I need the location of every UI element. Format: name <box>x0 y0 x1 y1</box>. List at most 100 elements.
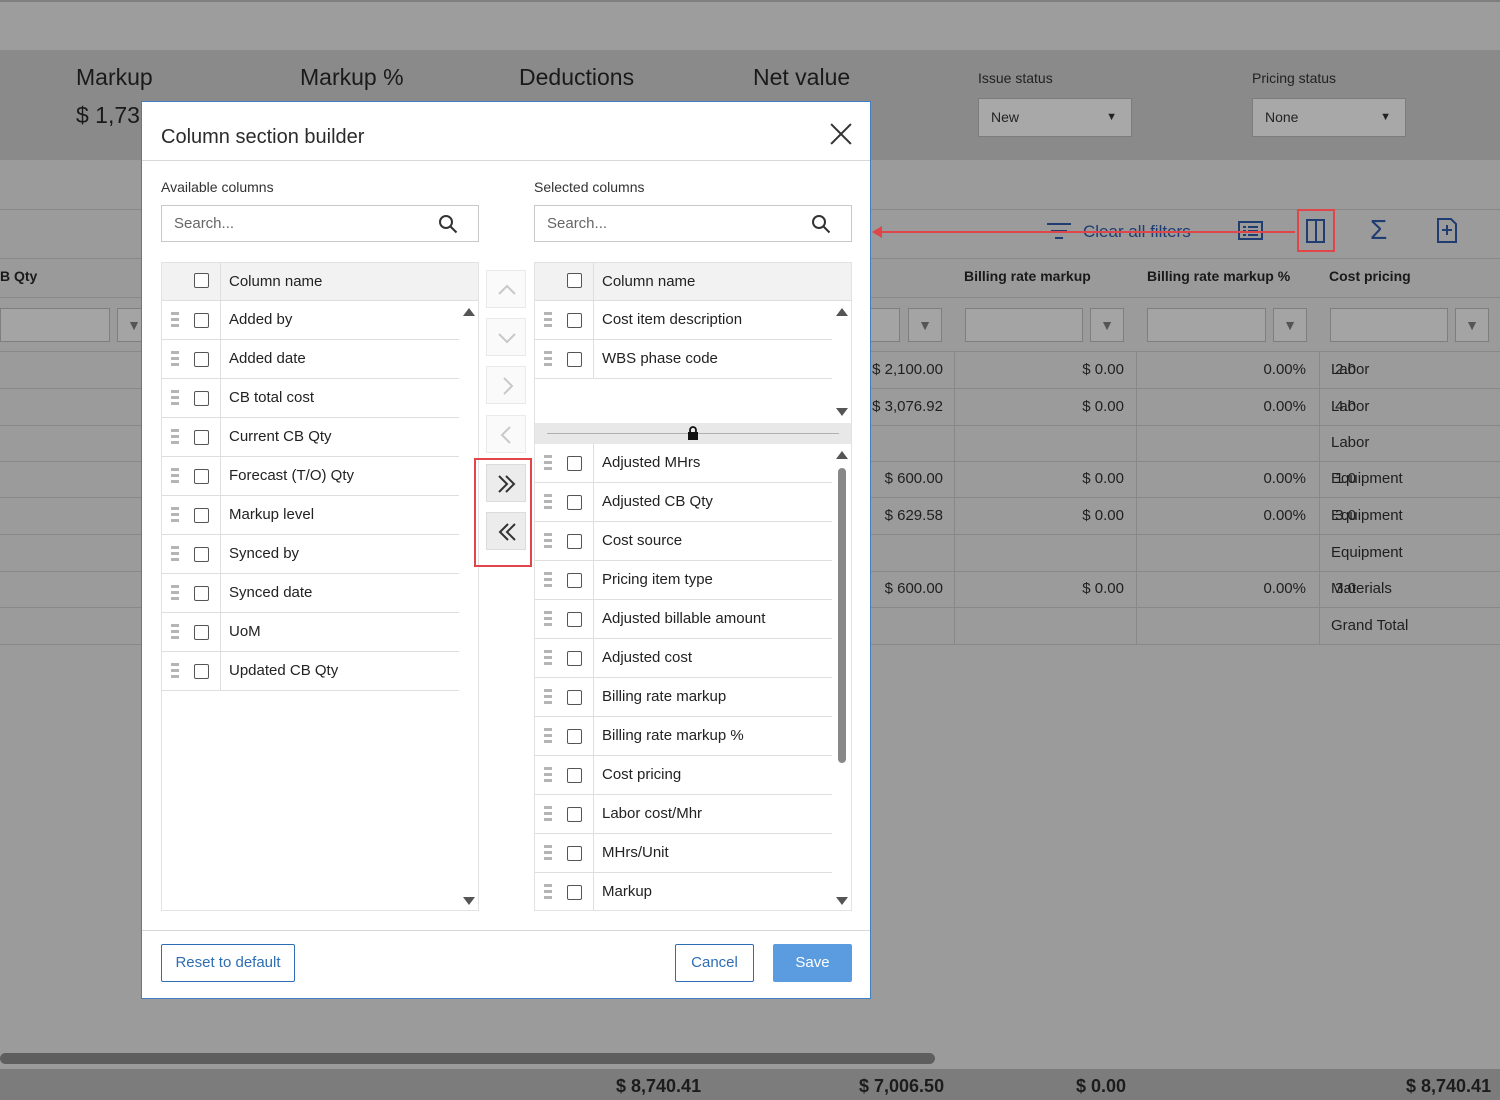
frozen-divider[interactable] <box>535 423 851 444</box>
drag-handle-icon[interactable] <box>544 312 552 328</box>
drag-handle-icon[interactable] <box>171 546 179 562</box>
row-checkbox[interactable] <box>567 729 582 744</box>
filter-input[interactable] <box>870 308 900 342</box>
move-right-button[interactable] <box>486 366 526 404</box>
list-item-available[interactable]: Added date <box>162 340 459 379</box>
search-icon[interactable] <box>438 214 458 234</box>
drag-handle-icon[interactable] <box>171 585 179 601</box>
row-checkbox[interactable] <box>567 612 582 627</box>
scroll-down-icon[interactable] <box>836 897 848 905</box>
filter-input[interactable] <box>0 308 110 342</box>
drag-handle-icon[interactable] <box>544 455 552 471</box>
horizontal-scrollbar[interactable] <box>0 1053 935 1064</box>
list-item-available[interactable]: Updated CB Qty <box>162 652 459 691</box>
filter-icon[interactable]: ▼ <box>908 308 942 342</box>
row-checkbox[interactable] <box>194 664 209 679</box>
cancel-button[interactable]: Cancel <box>675 944 754 982</box>
drag-handle-icon[interactable] <box>544 351 552 367</box>
drag-handle-icon[interactable] <box>544 806 552 822</box>
row-checkbox[interactable] <box>567 651 582 666</box>
row-checkbox[interactable] <box>567 456 582 471</box>
drag-handle-icon[interactable] <box>171 507 179 523</box>
list-item-selected[interactable]: Billing rate markup % <box>535 717 832 756</box>
list-item-available[interactable]: Forecast (T/O) Qty <box>162 457 459 496</box>
drag-handle-icon[interactable] <box>544 572 552 588</box>
list-item-available[interactable]: CB total cost <box>162 379 459 418</box>
list-item-available[interactable]: UoM <box>162 613 459 652</box>
filter-icon[interactable]: ▼ <box>1273 308 1307 342</box>
filter-input[interactable] <box>1330 308 1448 342</box>
save-button[interactable]: Save <box>773 944 852 982</box>
drag-handle-icon[interactable] <box>544 689 552 705</box>
drag-handle-icon[interactable] <box>544 728 552 744</box>
drag-handle-icon[interactable] <box>544 611 552 627</box>
search-icon[interactable] <box>811 214 831 234</box>
row-checkbox[interactable] <box>567 768 582 783</box>
list-item-available[interactable]: Synced by <box>162 535 459 574</box>
drag-handle-icon[interactable] <box>544 494 552 510</box>
add-note-icon[interactable] <box>1436 218 1458 244</box>
row-checkbox[interactable] <box>567 846 582 861</box>
row-checkbox[interactable] <box>567 352 582 367</box>
filter-icon[interactable]: ▼ <box>1090 308 1124 342</box>
list-item-selected[interactable]: Billing rate markup <box>535 678 832 717</box>
list-item-selected[interactable]: Adjusted cost <box>535 639 832 678</box>
row-checkbox[interactable] <box>194 391 209 406</box>
list-item-selected[interactable]: Cost source <box>535 522 832 561</box>
list-item-selected[interactable]: Cost pricing <box>535 756 832 795</box>
select-all-checkbox[interactable] <box>567 273 582 288</box>
drag-handle-icon[interactable] <box>171 624 179 640</box>
scroll-up-icon[interactable] <box>836 451 848 459</box>
reset-to-default-button[interactable]: Reset to default <box>161 944 295 982</box>
move-left-button[interactable] <box>486 415 526 453</box>
row-checkbox[interactable] <box>567 495 582 510</box>
row-checkbox[interactable] <box>194 586 209 601</box>
drag-handle-icon[interactable] <box>171 351 179 367</box>
move-all-right-button[interactable] <box>486 464 526 502</box>
row-checkbox[interactable] <box>194 547 209 562</box>
row-checkbox[interactable] <box>194 352 209 367</box>
list-item-selected[interactable]: Markup <box>535 873 832 910</box>
move-up-button[interactable] <box>486 270 526 308</box>
list-item-locked[interactable]: WBS phase code <box>535 340 832 379</box>
list-item-selected[interactable]: Adjusted billable amount <box>535 600 832 639</box>
columns-icon[interactable] <box>1305 219 1327 243</box>
row-checkbox[interactable] <box>567 807 582 822</box>
row-checkbox[interactable] <box>194 313 209 328</box>
row-checkbox[interactable] <box>194 469 209 484</box>
row-checkbox[interactable] <box>194 625 209 640</box>
drag-handle-icon[interactable] <box>544 533 552 549</box>
list-item-selected[interactable]: Pricing item type <box>535 561 832 600</box>
list-item-available[interactable]: Added by <box>162 301 459 340</box>
row-checkbox[interactable] <box>194 430 209 445</box>
row-checkbox[interactable] <box>567 313 582 328</box>
available-search-field[interactable] <box>161 205 479 242</box>
drag-handle-icon[interactable] <box>171 312 179 328</box>
drag-handle-icon[interactable] <box>544 845 552 861</box>
list-item-available[interactable]: Synced date <box>162 574 459 613</box>
drag-handle-icon[interactable] <box>171 429 179 445</box>
row-checkbox[interactable] <box>567 573 582 588</box>
list-item-selected[interactable]: Adjusted MHrs <box>535 444 832 483</box>
sigma-icon[interactable]: Σ <box>1370 216 1387 244</box>
list-item-locked[interactable]: Cost item description <box>535 301 832 340</box>
list-item-selected[interactable]: MHrs/Unit <box>535 834 832 873</box>
row-checkbox[interactable] <box>567 690 582 705</box>
scroll-down-icon[interactable] <box>463 897 475 905</box>
drag-handle-icon[interactable] <box>171 663 179 679</box>
list-item-available[interactable]: Current CB Qty <box>162 418 459 457</box>
row-checkbox[interactable] <box>194 508 209 523</box>
close-icon[interactable] <box>826 119 856 149</box>
move-all-left-button[interactable] <box>486 512 526 550</box>
drag-handle-icon[interactable] <box>171 468 179 484</box>
selected-search-field[interactable] <box>534 205 852 242</box>
row-checkbox[interactable] <box>567 534 582 549</box>
filter-input[interactable] <box>1147 308 1266 342</box>
drag-handle-icon[interactable] <box>171 390 179 406</box>
scrollbar-thumb[interactable] <box>838 468 846 763</box>
scroll-up-icon[interactable] <box>463 308 475 316</box>
scroll-up-icon[interactable] <box>836 308 848 316</box>
drag-handle-icon[interactable] <box>544 650 552 666</box>
move-down-button[interactable] <box>486 318 526 356</box>
filter-icon[interactable]: ▼ <box>1455 308 1489 342</box>
